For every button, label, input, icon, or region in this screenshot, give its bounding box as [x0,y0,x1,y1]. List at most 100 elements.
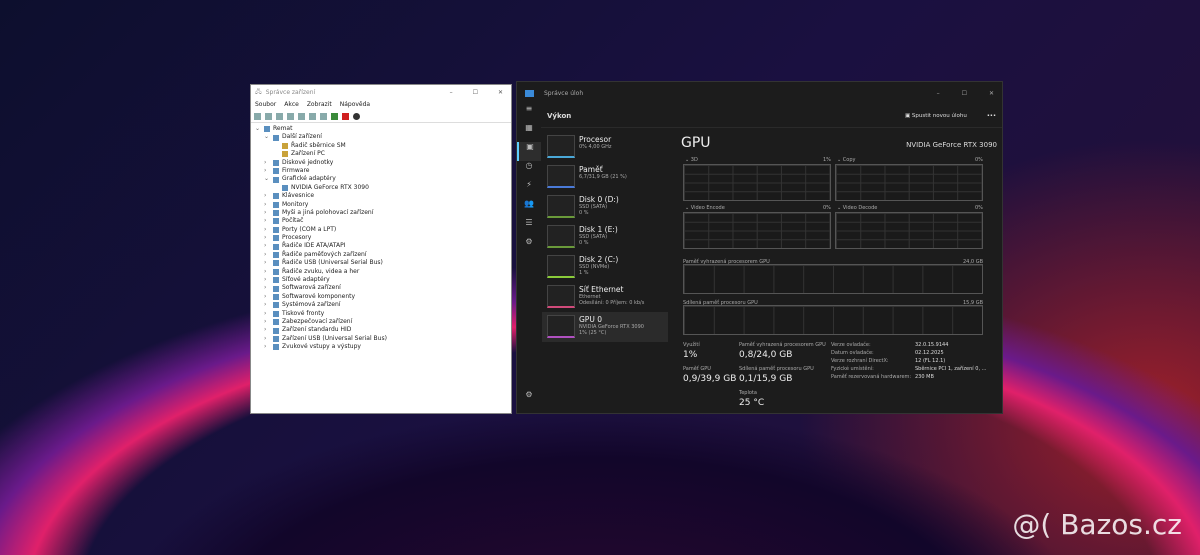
resource-item[interactable]: GPU 0 NVIDIA GeForce RTX 3090 1% (25 °C) [542,312,668,342]
expand-arrow-icon[interactable]: › [264,251,270,259]
expand-arrow-icon[interactable]: › [264,192,270,200]
resource-item[interactable]: Procesor 0% 4,00 GHz [542,132,668,162]
scan-icon[interactable] [309,113,316,120]
uninstall-icon[interactable] [342,113,349,120]
close-button[interactable]: ✕ [498,89,503,96]
expand-arrow-icon[interactable]: ⌄ [264,175,270,183]
tree-item[interactable]: › Zabezpečovací zařízení [255,318,507,326]
download-icon[interactable] [353,113,360,120]
expand-arrow-icon[interactable]: › [264,217,270,225]
expand-arrow-icon[interactable]: ⌄ [255,125,261,133]
menu-item[interactable]: Zobrazit [307,101,332,109]
tree-item[interactable]: › Řadiče zvuku, videa a her [255,268,507,276]
expand-arrow-icon[interactable]: › [264,226,270,234]
tree-item[interactable]: › Klávesnice [255,192,507,200]
maximize-button[interactable]: ☐ [473,89,478,96]
expand-arrow-icon[interactable]: › [264,159,270,167]
engine-name[interactable]: ⌄ Video Encode [685,205,725,211]
expand-arrow-icon[interactable]: › [264,293,270,301]
tree-item[interactable]: › Zařízení USB (Universal Serial Bus) [255,335,507,343]
expand-arrow-icon[interactable]: › [264,234,270,242]
tree-item[interactable]: ⌄ Grafické adaptéry [255,175,507,183]
expand-arrow-icon[interactable]: › [264,242,270,250]
close-button[interactable]: ✕ [989,90,994,97]
details-icon[interactable]: ☰ [517,218,541,237]
engine-name[interactable]: ⌄ 3D [685,157,698,163]
tree-item[interactable]: › Tiskové fronty [255,310,507,318]
tree-item[interactable]: › Zařízení standardu HID [255,326,507,334]
tree-item[interactable]: › Porty (COM a LPT) [255,226,507,234]
device-icon [273,310,279,317]
expand-arrow-icon[interactable]: › [264,326,270,334]
help-icon[interactable] [298,113,305,120]
tree-item[interactable]: › Myši a jiná polohovací zařízení [255,209,507,217]
monitor-icon[interactable] [320,113,327,120]
startup-icon[interactable]: ⚡ [517,180,541,199]
expand-arrow-icon[interactable]: ⌄ [264,133,270,141]
engine-percent: 0% [823,205,831,211]
resource-item[interactable]: Disk 2 (C:) SSD (NVMe) 1 % [542,252,668,282]
history-icon[interactable]: ◷ [517,161,541,180]
device-manager-icon: 🖧 [255,88,262,95]
run-new-task-button[interactable]: ▣ Spustit novou úlohu [905,113,987,119]
menu-icon[interactable]: ≡ [517,104,541,123]
tree-item[interactable]: › Diskové jednotky [255,159,507,167]
tree-item[interactable]: › Síťové adaptéry [255,276,507,284]
expand-arrow-icon[interactable]: › [264,259,270,267]
menu-item[interactable]: Nápověda [340,101,370,109]
forward-icon[interactable] [265,113,272,120]
properties-icon[interactable] [276,113,283,120]
expand-arrow-icon[interactable]: › [264,276,270,284]
tree-item[interactable]: › Počítač [255,217,507,225]
resource-item[interactable]: Paměť 6,7/31,9 GB (21 %) [542,162,668,192]
tree-item[interactable]: › Softwarová zařízení [255,284,507,292]
tree-item[interactable]: ⌄ Remat [255,125,507,133]
tree-item[interactable]: Řadič sběrnice SM [255,142,507,150]
processes-icon[interactable]: ▦ [517,123,541,142]
device-icon [273,210,279,217]
tree-item[interactable]: ⌄ Další zařízení [255,133,507,141]
tree-item[interactable]: › Systémová zařízení [255,301,507,309]
expand-arrow-icon[interactable]: › [264,335,270,343]
expand-arrow-icon[interactable]: › [264,318,270,326]
tree-item[interactable]: Zařízení PC [255,150,507,158]
minimize-button[interactable]: – [450,89,453,96]
expand-arrow-icon[interactable]: › [264,343,270,351]
resource-item[interactable]: Síť Ethernet Ethernet Odesílání: 0 Příjem:… [542,282,668,312]
more-options-icon[interactable]: ··· [987,111,1002,120]
tree-item[interactable]: NVIDIA GeForce RTX 3090 [255,184,507,192]
resource-usage: 1 % [579,270,589,276]
services-icon[interactable]: ⚙ [517,237,541,256]
expand-arrow-icon[interactable]: › [264,201,270,209]
update-driver-icon[interactable] [331,113,338,120]
resource-item[interactable]: Disk 1 (E:) SSD (SATA) 0 % [542,222,668,252]
tree-item[interactable]: › Řadiče USB (Universal Serial Bus) [255,259,507,267]
expand-arrow-icon[interactable]: › [264,310,270,318]
engine-name[interactable]: ⌄ Video Decode [837,205,877,211]
engine-name[interactable]: ⌄ Copy [837,157,855,163]
menu-item[interactable]: Soubor [255,101,276,109]
tree-item[interactable]: › Řadiče IDE ATA/ATAPI [255,242,507,250]
expand-arrow-icon[interactable]: › [264,268,270,276]
tree-item[interactable]: › Zvukové vstupy a výstupy [255,343,507,351]
expand-arrow-icon[interactable]: › [264,209,270,217]
back-icon[interactable] [254,113,261,120]
resource-detail: 0% 4,00 GHz [579,144,612,150]
menu-item[interactable]: Akce [284,101,299,109]
tree-item[interactable]: › Softwarové komponenty [255,293,507,301]
tree-item[interactable]: › Firmware [255,167,507,175]
expand-arrow-icon[interactable]: › [264,167,270,175]
tree-icon[interactable] [287,113,294,120]
expand-arrow-icon[interactable]: › [264,284,270,292]
expand-arrow-icon[interactable]: › [264,301,270,309]
maximize-button[interactable]: ☐ [962,90,967,97]
users-icon[interactable]: 👥 [517,199,541,218]
tree-item-label: Zařízení USB (Universal Serial Bus) [282,334,387,342]
tree-item[interactable]: › Monitory [255,201,507,209]
tree-item[interactable]: › Řadiče paměťových zařízení [255,251,507,259]
performance-icon[interactable]: ▣ [517,142,541,161]
minimize-button[interactable]: – [937,90,940,97]
tree-item-label: Řadiče USB (Universal Serial Bus) [282,259,383,267]
settings-icon[interactable]: ⚙ [517,390,541,409]
resource-item[interactable]: Disk 0 (D:) SSD (SATA) 0 % [542,192,668,222]
